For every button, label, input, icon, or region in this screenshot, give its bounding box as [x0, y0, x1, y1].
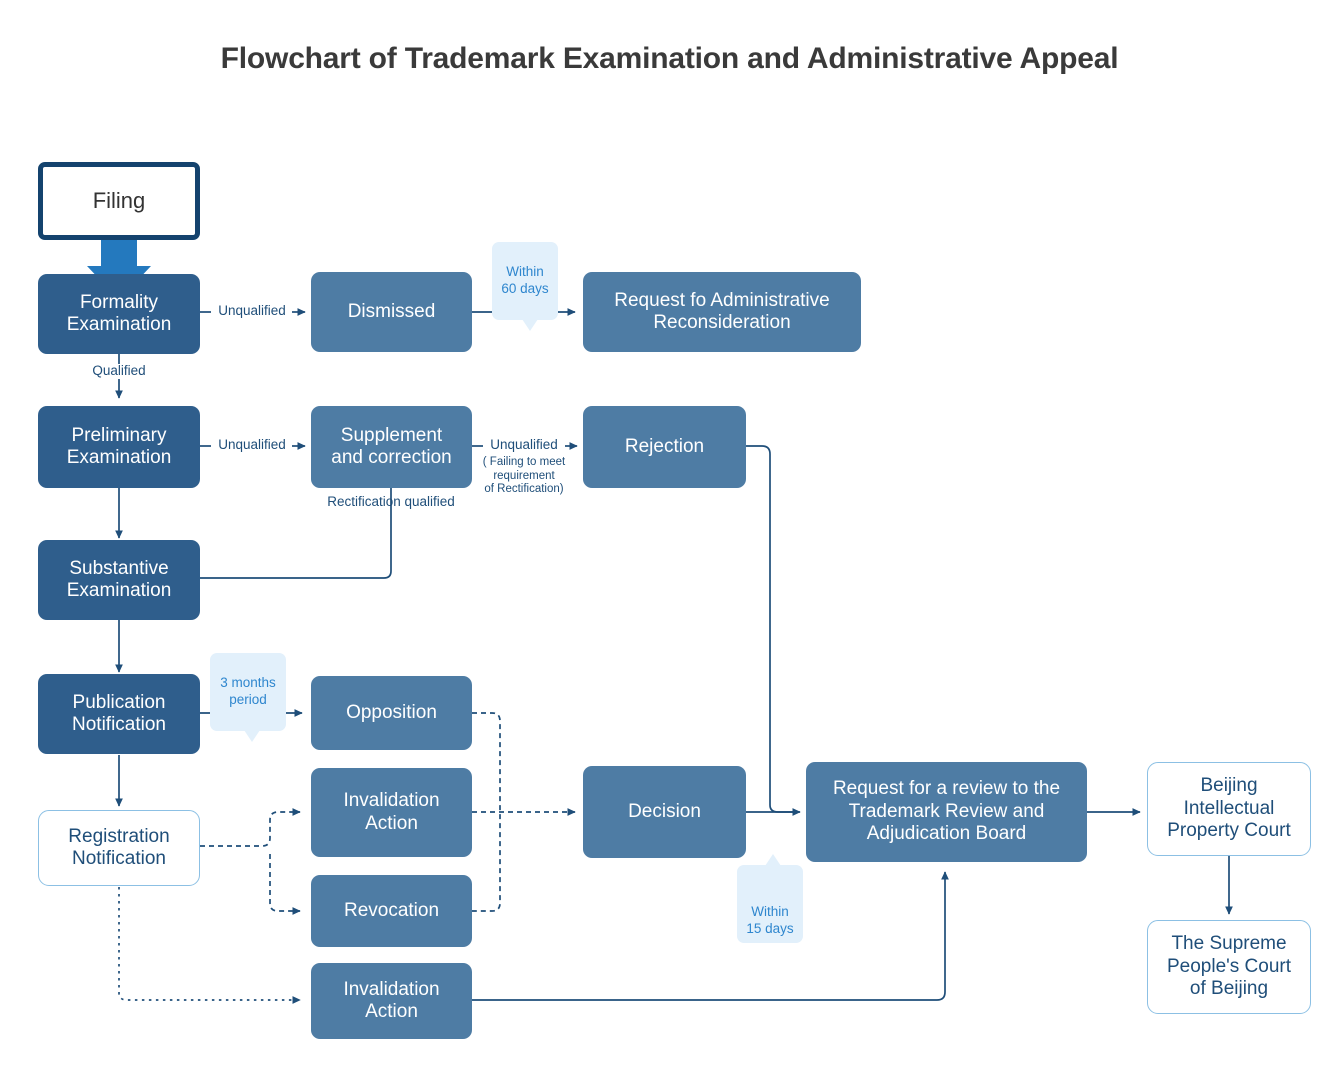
node-invalidation-action-upper[interactable]: Invalidation Action [311, 768, 472, 857]
node-supplement-and-correction-label: Supplement and correction [331, 424, 452, 468]
node-decision[interactable]: Decision [583, 766, 746, 858]
edge-label-qualified-formality: Qualified [92, 363, 146, 378]
edge-label-failing-requirement: ( Failing to meet requirement of Rectifi… [482, 456, 566, 496]
edge-rejection-to-request [746, 445, 795, 813]
node-formality-examination-label: Formality Examination [66, 291, 172, 335]
edge-label-unqualified-preliminary: Unqualified [218, 437, 286, 452]
page-title: Flowchart of Trademark Examination and A… [220, 42, 1119, 75]
edge-actions-bus-to-decision [472, 712, 576, 912]
connector-layer [87, 240, 1233, 1004]
node-supreme-peoples-court[interactable]: The Supreme People's Court of Beijing [1147, 920, 1311, 1014]
node-preliminary-examination[interactable]: Preliminary Examination [38, 406, 200, 488]
node-supplement-and-correction[interactable]: Supplement and correction [311, 406, 472, 488]
edge-label-rectification-qualified: Rectification qualified [327, 494, 455, 509]
edge-label-unqualified-formality: Unqualified [218, 303, 286, 318]
node-beijing-ip-court-label: Beijing Intellectual Property Court [1167, 775, 1291, 842]
node-publication-notification-label: Publication Notification [72, 691, 166, 735]
node-revocation-label: Revocation [343, 899, 440, 921]
node-substantive-examination[interactable]: Substantive Examination [38, 540, 200, 620]
callout-within-60-days-label: Within 60 days [501, 263, 549, 296]
node-request-review-trab-label: Request for a review to the Trademark Re… [832, 778, 1061, 845]
callout-within-60-days: Within 60 days [492, 242, 558, 331]
node-invalidation-action-lower[interactable]: Invalidation Action [311, 963, 472, 1039]
callout-three-months-period: 3 months period [210, 653, 286, 742]
node-registration-notification-label: Registration Notification [68, 825, 170, 869]
callout-three-months-period-label: 3 months period [220, 674, 276, 707]
callout-tail-down-icon [522, 318, 538, 331]
callout-within-15-days: Within 15 days [737, 854, 803, 943]
node-decision-label: Decision [628, 800, 701, 822]
node-preliminary-examination-label: Preliminary Examination [66, 424, 172, 468]
node-revocation[interactable]: Revocation [311, 875, 472, 947]
node-registration-notification[interactable]: Registration Notification [38, 810, 200, 886]
node-publication-notification[interactable]: Publication Notification [38, 674, 200, 754]
node-dismissed[interactable]: Dismissed [311, 272, 472, 352]
callout-tail-up-icon [765, 854, 781, 866]
callout-tail-down-icon [244, 729, 260, 742]
node-rejection-label: Rejection [624, 435, 705, 457]
flowchart-canvas: Flowchart of Trademark Examination and A… [0, 0, 1339, 1072]
node-request-review-trab[interactable]: Request for a review to the Trademark Re… [806, 762, 1087, 862]
node-supreme-peoples-court-label: The Supreme People's Court of Beijing [1166, 933, 1292, 1000]
node-invalidation-action-upper-label: Invalidation Action [343, 790, 440, 834]
callout-within-15-days-label: Within 15 days [746, 903, 794, 936]
node-opposition-label: Opposition [346, 701, 437, 723]
node-filing-label: Filing [92, 188, 146, 214]
node-filing[interactable]: Filing [38, 162, 200, 240]
edge-registration-to-bottom-invalidation [118, 887, 301, 1004]
node-opposition[interactable]: Opposition [311, 676, 472, 750]
edge-bottom-invalidation-to-request [472, 871, 949, 1001]
node-request-administrative-reconsideration-label: Request fo Administrative Reconsideratio… [614, 289, 830, 333]
node-rejection[interactable]: Rejection [583, 406, 746, 488]
node-substantive-examination-label: Substantive Examination [66, 557, 172, 601]
edge-registration-to-actions-bus [200, 808, 301, 915]
node-formality-examination[interactable]: Formality Examination [38, 274, 200, 354]
node-request-administrative-reconsideration[interactable]: Request fo Administrative Reconsideratio… [583, 272, 861, 352]
node-dismissed-label: Dismissed [347, 300, 436, 322]
node-invalidation-action-lower-label: Invalidation Action [343, 978, 440, 1022]
edge-label-unqualified-supplement: Unqualified [490, 437, 558, 452]
node-beijing-ip-court[interactable]: Beijing Intellectual Property Court [1147, 762, 1311, 856]
